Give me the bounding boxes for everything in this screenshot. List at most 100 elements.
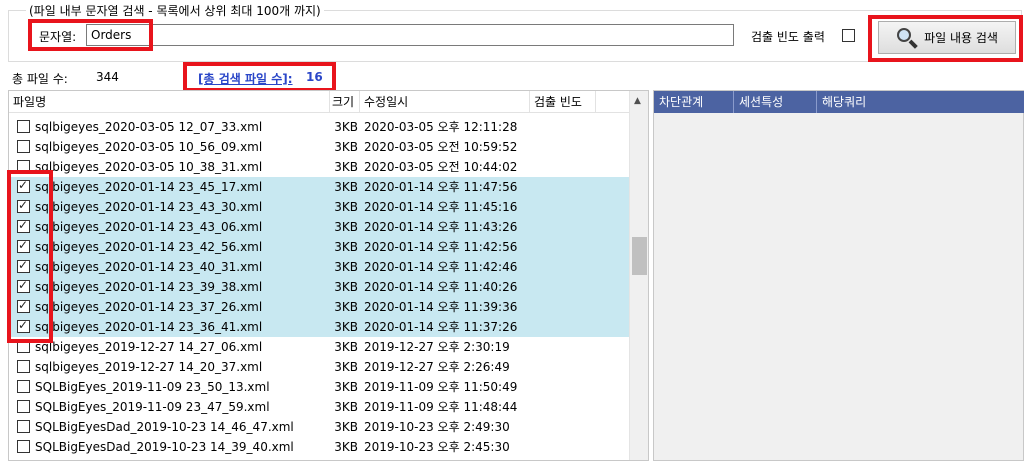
file-list[interactable]: 파일명 크기 수정일시 검출 빈도 sqlbigeyes_2020-03-05 … — [8, 90, 649, 461]
file-name-cell: SQLBigEyesDad_2019-10-23 14_39_40.xml — [35, 440, 294, 454]
file-name-cell: sqlbigeyes_2020-01-14 23_39_38.xml — [35, 280, 263, 294]
row-checkbox[interactable] — [17, 380, 30, 393]
file-size-cell: 3KB — [334, 160, 358, 174]
file-size-cell: 3KB — [334, 220, 358, 234]
file-size-cell: 3KB — [334, 240, 358, 254]
file-size-cell: 3KB — [334, 260, 358, 274]
file-size-cell: 3KB — [334, 120, 358, 134]
table-row[interactable]: sqlbigeyes_2020-01-14 23_39_38.xml 3KB 202… — [9, 277, 629, 297]
table-row[interactable]: SQLBigEyesDad_2019-10-23 14_46_47.xml 3KB… — [9, 417, 629, 437]
row-checkbox[interactable] — [17, 120, 30, 133]
modified-date-cell: 2020-01-14 오후 11:42:56 — [364, 240, 518, 254]
column-header-session[interactable]: 세션특성 — [734, 91, 817, 113]
highlight-searched-count — [183, 62, 336, 92]
modified-date-cell: 2019-12-27 오후 2:26:49 — [364, 360, 510, 374]
table-row[interactable]: sqlbigeyes_2020-01-14 23_42_56.xml 3KB 202… — [9, 237, 629, 257]
table-row[interactable]: sqlbigeyes_2020-01-14 23_40_31.xml 3KB 202… — [9, 257, 629, 277]
modified-date-cell: 2020-01-14 오후 11:45:16 — [364, 200, 518, 214]
column-header-blocking[interactable]: 차단관계 — [654, 91, 734, 113]
modified-date-cell: 2019-10-23 오후 2:49:30 — [364, 420, 510, 434]
table-row[interactable]: sqlbigeyes_2020-01-14 23_45_17.xml 3KB 202… — [9, 177, 629, 197]
file-name-cell: sqlbigeyes_2020-01-14 23_43_06.xml — [35, 220, 263, 234]
table-row[interactable]: sqlbigeyes_2019-12-27 14_27_06.xml 3KB 201… — [9, 337, 629, 357]
row-checkbox[interactable] — [17, 140, 30, 153]
modified-date-cell: 2020-03-05 오후 12:11:28 — [364, 120, 518, 134]
file-size-cell: 3KB — [334, 280, 358, 294]
file-name-cell: sqlbigeyes_2020-01-14 23_36_41.xml — [35, 320, 263, 334]
table-row[interactable]: sqlbigeyes_2020-01-14 23_43_06.xml 3KB 202… — [9, 217, 629, 237]
file-name-cell: SQLBigEyes_2019-11-09 23_47_59.xml — [35, 400, 270, 414]
row-checkbox[interactable] — [17, 360, 30, 373]
file-size-cell: 3KB — [334, 420, 358, 434]
table-row[interactable]: sqlbigeyes_2020-01-14 23_37_26.xml 3KB 202… — [9, 297, 629, 317]
table-row[interactable]: sqlbigeyes_2020-03-05 12_07_33.xml 3KB 202… — [9, 117, 629, 137]
file-size-cell: 3KB — [334, 380, 358, 394]
file-size-cell: 3KB — [334, 180, 358, 194]
file-name-cell: sqlbigeyes_2020-03-05 10_38_31.xml — [35, 160, 263, 174]
file-name-cell: sqlbigeyes_2020-03-05 10_56_09.xml — [35, 140, 263, 154]
file-name-cell: sqlbigeyes_2020-03-05 12_07_33.xml — [35, 120, 263, 134]
freq-output-checkbox[interactable] — [842, 29, 855, 42]
total-files-value: 344 — [96, 70, 119, 84]
file-size-cell: 3KB — [334, 440, 358, 454]
table-row[interactable]: sqlbigeyes_2020-03-05 10_56_09.xml 3KB 202… — [9, 137, 629, 157]
file-name-cell: sqlbigeyes_2020-01-14 23_37_26.xml — [35, 300, 263, 314]
search-group-title: (파일 내부 문자열 검색 - 목록에서 상위 최대 100개 까지) — [26, 2, 324, 19]
modified-date-cell: 2019-11-09 오후 11:48:44 — [364, 400, 518, 414]
highlight-search-input — [28, 19, 153, 51]
modified-date-cell: 2019-10-23 오후 2:45:30 — [364, 440, 510, 454]
column-header-size[interactable]: 크기 — [330, 91, 360, 113]
row-checkbox[interactable] — [17, 420, 30, 433]
table-row[interactable]: SQLBigEyes_2019-11-09 23_47_59.xml 3KB 201… — [9, 397, 629, 417]
row-checkbox[interactable] — [17, 400, 30, 413]
file-list-scrollbar[interactable]: ▲ — [629, 91, 648, 460]
file-size-cell: 3KB — [329, 457, 358, 460]
modified-date-cell: 2020-01-14 오후 11:37:26 — [364, 320, 518, 334]
column-header-modified[interactable]: 수정일시 — [360, 91, 530, 113]
file-name-cell: SQLBigEyes_2019-11-09 23_50_13.xml — [35, 380, 270, 394]
scrollbar-thumb[interactable] — [632, 237, 647, 275]
row-checkbox[interactable] — [17, 440, 30, 453]
table-row[interactable]: sqlbigeyes_2020-01-14 23_36_41.xml 3KB 202… — [9, 317, 629, 337]
modified-date-cell: 2020-01-14 오후 11:43:26 — [364, 220, 518, 234]
table-row[interactable]: sqlbigeyes_2020-01-14 23_43_30.xml 3KB 202… — [9, 197, 629, 217]
file-name-cell: sqlbigeyes_2019-12-27 14_27_06.xml — [35, 340, 263, 354]
file-size-cell: 3KB — [334, 360, 358, 374]
modified-date-cell: 2020-01-14 오후 11:39:36 — [364, 300, 518, 314]
file-size-cell: 3KB — [334, 200, 358, 214]
file-size-cell: 3KB — [334, 340, 358, 354]
table-row[interactable]: sqlbigeyes_2020-03-05 10_38_31.xml 3KB 202… — [9, 157, 629, 177]
file-list-header: 파일명 크기 수정일시 검출 빈도 — [9, 91, 629, 113]
file-name-cell: SQLBigEyesDad_2019-10-23 14_46_47.xml — [35, 420, 294, 434]
freq-output-label: 검출 빈도 출력 — [751, 30, 825, 44]
modified-date-cell: 2020-03-05 오전 10:59:52 — [364, 140, 518, 154]
file-name-cell: sqlbigeyes_2020-01-14 23_43_30.xml — [35, 200, 263, 214]
file-name-cell: sqlbigeyes_2020-01-14 23_40_31.xml — [35, 260, 263, 274]
file-name-cell: SQLBigEyesDad_2019-10-23 13_47_43.xml — [35, 457, 327, 460]
search-string-input[interactable] — [86, 24, 734, 46]
file-size-cell: 3KB — [334, 320, 358, 334]
modified-date-cell: 2020-01-14 오후 11:42:46 — [364, 260, 518, 274]
file-name-cell: sqlbigeyes_2020-01-14 23_42_56.xml — [35, 240, 263, 254]
file-name-cell: sqlbigeyes_2020-01-14 23_45_17.xml — [35, 180, 263, 194]
scroll-up-icon[interactable]: ▲ — [634, 96, 641, 106]
highlight-checked-rows — [7, 170, 53, 343]
table-row[interactable]: SQLBigEyes_2019-11-09 23_50_13.xml 3KB 201… — [9, 377, 629, 397]
modified-date-cell: 2019-12-27 오후 2:30:19 — [364, 340, 510, 354]
file-size-cell: 3KB — [334, 400, 358, 414]
modified-date-cell: 2020-01-14 오후 11:40:26 — [364, 280, 518, 294]
total-files-label: 총 파일 수: — [12, 72, 68, 86]
table-row[interactable]: sqlbigeyes_2019-12-27 14_20_37.xml 3KB 201… — [9, 357, 629, 377]
table-row[interactable]: SQLBigEyesDad_2019-10-23 13_47_43.xml3KB… — [9, 457, 629, 460]
file-size-cell: 3KB — [334, 140, 358, 154]
column-header-query[interactable]: 해당쿼리 — [817, 91, 1024, 113]
result-pane[interactable]: 차단관계 세션특성 해당쿼리 — [653, 90, 1024, 461]
file-name-cell: sqlbigeyes_2019-12-27 14_20_37.xml — [35, 360, 263, 374]
column-header-frequency[interactable]: 검출 빈도 — [530, 91, 596, 113]
result-pane-header: 차단관계 세션특성 해당쿼리 — [654, 91, 1024, 113]
modified-date-cell: 2019-10-23 오후 12:49:49 — [364, 457, 529, 460]
modified-date-cell: 2020-03-05 오전 10:44:02 — [364, 160, 518, 174]
column-header-filename[interactable]: 파일명 — [9, 91, 330, 113]
table-row[interactable]: SQLBigEyesDad_2019-10-23 14_39_40.xml 3KB… — [9, 437, 629, 457]
modified-date-cell: 2019-11-09 오후 11:50:49 — [364, 380, 518, 394]
